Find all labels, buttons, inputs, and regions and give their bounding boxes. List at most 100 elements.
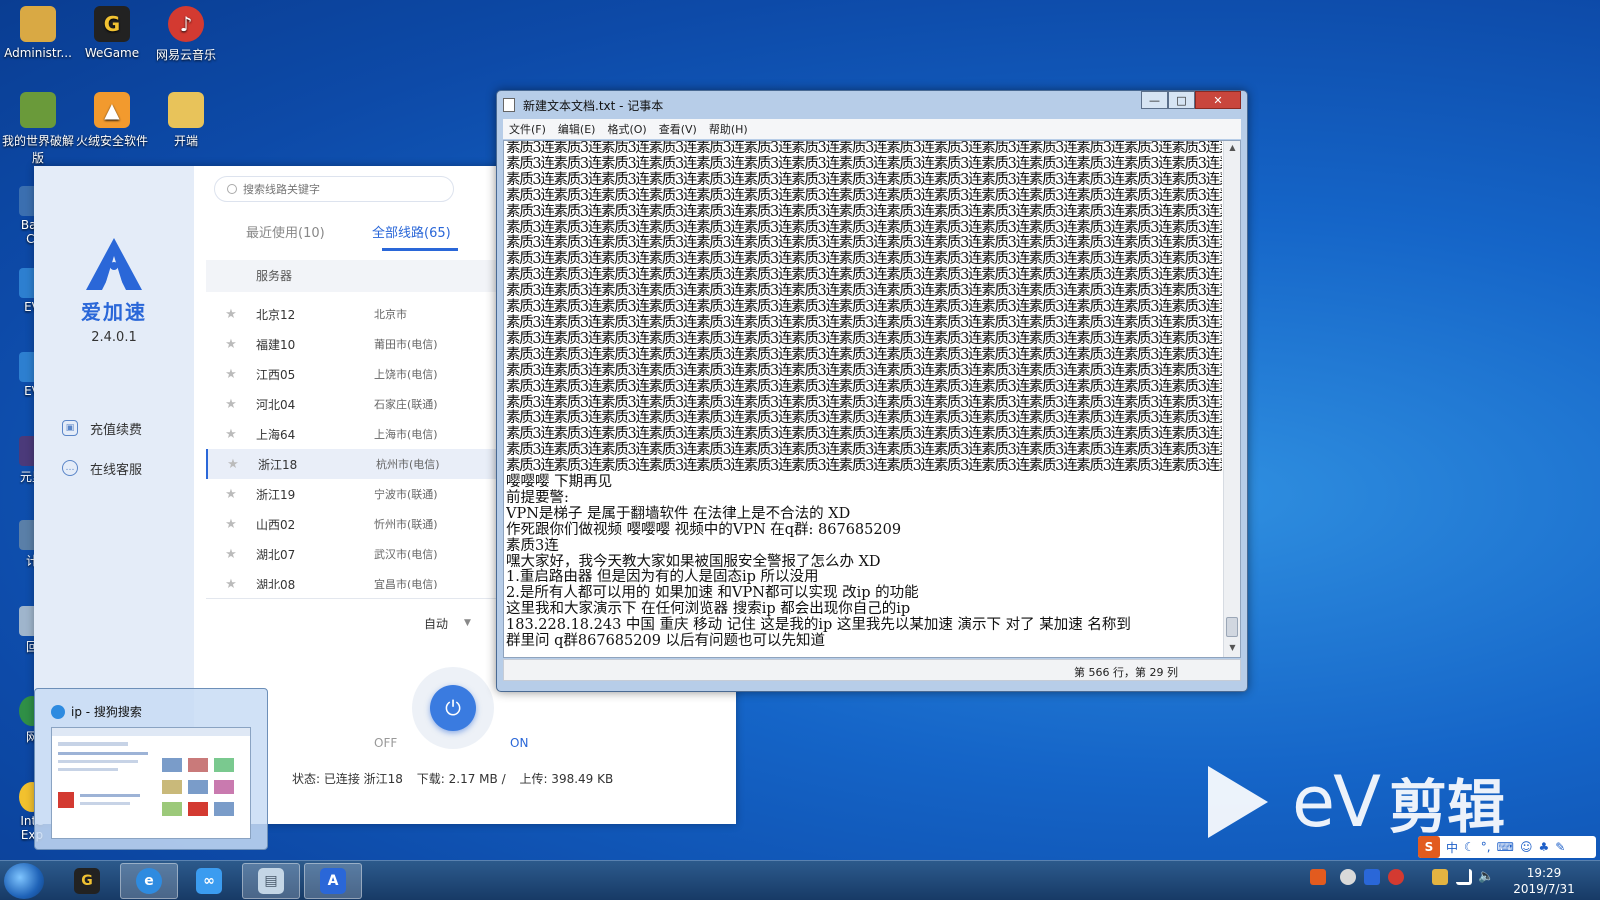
- preview-thumbnail[interactable]: [51, 727, 251, 839]
- tab-all-routes[interactable]: 全部线路(65): [372, 222, 451, 241]
- taskbar-item-browser[interactable]: e: [120, 863, 178, 899]
- text-content[interactable]: 素质3连素质3连素质3连素质3连素质3连素质3连素质3连素质3连素质3连素质3连…: [506, 141, 1222, 657]
- taskbar-item-aijiasu[interactable]: A: [304, 863, 362, 899]
- menu-edit[interactable]: 编辑(E): [558, 121, 596, 137]
- ime-mode[interactable]: 中: [1446, 839, 1458, 856]
- star-icon[interactable]: ★: [206, 487, 256, 502]
- user-icon[interactable]: ☺: [1520, 840, 1533, 854]
- server-location: 宁波市(联通): [374, 488, 438, 501]
- baidu-netdisk-icon: ∞: [196, 868, 222, 894]
- play-logo-icon: [1208, 766, 1268, 838]
- menu-file[interactable]: 文件(F): [509, 121, 546, 137]
- text-line: 2.是所有人都可以用的 如果加速 和VPN都可以实现 改ip 的功能: [506, 585, 919, 602]
- desktop-icon-huorong[interactable]: ▲ 火绒安全软件: [74, 92, 150, 149]
- vertical-scrollbar[interactable]: ▲ ▼: [1223, 141, 1240, 657]
- netease-tray-icon[interactable]: [1388, 869, 1404, 885]
- ime-toolbar[interactable]: S 中 ☾ °, ⌨ ☺ ♣ ✎: [1418, 836, 1596, 858]
- app-brand-name: 爱加速: [81, 300, 147, 324]
- notepad-icon: [503, 98, 515, 112]
- search-icon: [227, 184, 237, 194]
- taskbar-item-wegame[interactable]: G: [58, 863, 116, 899]
- menu-view[interactable]: 查看(V): [659, 121, 697, 137]
- keyboard-icon[interactable]: ⌨: [1497, 840, 1514, 854]
- minecraft-icon: [20, 92, 56, 128]
- notepad-titlebar[interactable]: 新建文本文档.txt - 记事本: [503, 95, 663, 115]
- text-line: 素质3连素质3连素质3连素质3连素质3连素质3连素质3连素质3连素质3连素质3连…: [506, 378, 1222, 395]
- power-icon: ⏻: [445, 696, 461, 720]
- server-name: 湖北07: [256, 547, 296, 562]
- text-line: 素质3连素质3连素质3连素质3连素质3连素质3连素质3连素质3连素质3连素质3连…: [506, 346, 1222, 363]
- shield-icon[interactable]: [1432, 869, 1448, 885]
- star-icon[interactable]: ★: [206, 577, 256, 590]
- scroll-up-icon[interactable]: ▲: [1224, 143, 1241, 152]
- desktop-icon-minecraft[interactable]: 我的世界破解版: [0, 92, 76, 166]
- maximize-button[interactable]: □: [1168, 91, 1195, 109]
- sidebar-item-support[interactable]: … 在线客服: [62, 456, 182, 480]
- star-icon[interactable]: ★: [206, 427, 256, 442]
- server-name: 江西05: [256, 367, 296, 382]
- server-location: 上海市(电信): [374, 428, 438, 441]
- menu-bar: 文件(F) 编辑(E) 格式(O) 查看(V) 帮助(H): [503, 119, 1241, 139]
- sidebar-item-recharge[interactable]: ▣ 充值续费: [62, 416, 182, 440]
- moon-icon[interactable]: ☾: [1464, 840, 1475, 854]
- preview-title: ip - 搜狗搜索: [51, 703, 142, 720]
- star-icon[interactable]: ★: [206, 307, 256, 322]
- search-input[interactable]: [243, 182, 443, 196]
- star-icon[interactable]: ★: [206, 397, 256, 412]
- chevron-down-icon: ▼: [464, 618, 471, 628]
- server-location: 莆田市(电信): [374, 338, 438, 351]
- text-line: 183.228.18.243 中国 重庆 移动 记住 这是我的ip 这里我先以某…: [506, 617, 1131, 634]
- text-line: 素质3连素质3连素质3连素质3连素质3连素质3连素质3连素质3连素质3连素质3连…: [506, 155, 1222, 172]
- start-button[interactable]: [4, 863, 44, 899]
- wrench-icon[interactable]: ✎: [1555, 840, 1565, 854]
- star-icon[interactable]: ★: [206, 337, 256, 352]
- desktop-icon-kaiduan[interactable]: 开端: [148, 92, 224, 149]
- power-control: ⏻: [400, 663, 506, 753]
- close-button[interactable]: ✕: [1195, 91, 1241, 109]
- punctuation-icon[interactable]: °,: [1481, 840, 1491, 854]
- power-button[interactable]: ⏻: [430, 685, 476, 731]
- tab-recent[interactable]: 最近使用(10): [246, 222, 325, 241]
- clock-date: 2019/7/31: [1513, 882, 1575, 896]
- text-line: 素质3连素质3连素质3连素质3连素质3连素质3连素质3连素质3连素质3连素质3连…: [506, 267, 1222, 284]
- network-signal-icon[interactable]: [1456, 869, 1472, 885]
- status-upload: 上传: 398.49 KB: [519, 772, 614, 786]
- star-icon[interactable]: ★: [206, 367, 256, 382]
- clock-time: 19:29: [1526, 866, 1562, 880]
- connection-status: 状态: 已连接 浙江18 下载: 2.17 MB / 上传: 398.49 KB: [292, 770, 623, 787]
- desktop-icon-administrator[interactable]: Administr...: [0, 6, 76, 60]
- aijiasu-tray-icon[interactable]: [1364, 869, 1380, 885]
- volume-icon[interactable]: 🔈: [1478, 869, 1494, 885]
- text-line: 嘤嘤嘤 下期再见: [506, 474, 613, 491]
- text-area[interactable]: 素质3连素质3连素质3连素质3连素质3连素质3连素质3连素质3连素质3连素质3连…: [503, 140, 1241, 658]
- text-line: 素质3连素质3连素质3连素质3连素质3连素质3连素质3连素质3连素质3连素质3连…: [506, 330, 1222, 347]
- star-icon[interactable]: ★: [206, 517, 256, 532]
- shirt-icon[interactable]: ♣: [1538, 840, 1549, 854]
- off-label: OFF: [374, 736, 398, 750]
- tray-app-icon[interactable]: [1340, 869, 1356, 885]
- server-name: 北京12: [256, 307, 296, 322]
- scroll-down-icon[interactable]: ▼: [1224, 643, 1241, 652]
- taskbar-item-notepad[interactable]: ▤: [242, 863, 300, 899]
- scroll-thumb[interactable]: [1226, 617, 1238, 637]
- taskbar-item-netdisk[interactable]: ∞: [180, 863, 238, 899]
- sidebar-item-label: 在线客服: [90, 462, 143, 478]
- folder-icon: [168, 92, 204, 128]
- minimize-button[interactable]: —: [1141, 91, 1168, 109]
- browser-thumbnail-image: [52, 728, 250, 816]
- server-name: 上海64: [256, 427, 296, 442]
- sogou-tray-icon[interactable]: [1310, 869, 1326, 885]
- star-icon[interactable]: ★: [208, 457, 258, 472]
- star-icon[interactable]: ★: [206, 547, 256, 562]
- menu-format[interactable]: 格式(O): [607, 121, 646, 137]
- system-clock[interactable]: 19:29 2019/7/31: [1504, 865, 1584, 897]
- server-location: 石家庄(联通): [374, 398, 438, 411]
- text-line: 素质3连素质3连素质3连素质3连素质3连素质3连素质3连素质3连素质3连素质3连…: [506, 426, 1222, 443]
- taskbar-thumbnail-preview[interactable]: ip - 搜狗搜索: [34, 688, 268, 850]
- mode-dropdown[interactable]: 自动 ▼: [424, 612, 498, 634]
- desktop-icon-wegame[interactable]: G WeGame: [74, 6, 150, 60]
- sogou-ime-icon[interactable]: S: [1418, 836, 1440, 858]
- desktop-icon-netease-music[interactable]: ♪ 网易云音乐: [148, 6, 224, 63]
- huorong-icon: ▲: [94, 92, 130, 128]
- menu-help[interactable]: 帮助(H): [709, 121, 748, 137]
